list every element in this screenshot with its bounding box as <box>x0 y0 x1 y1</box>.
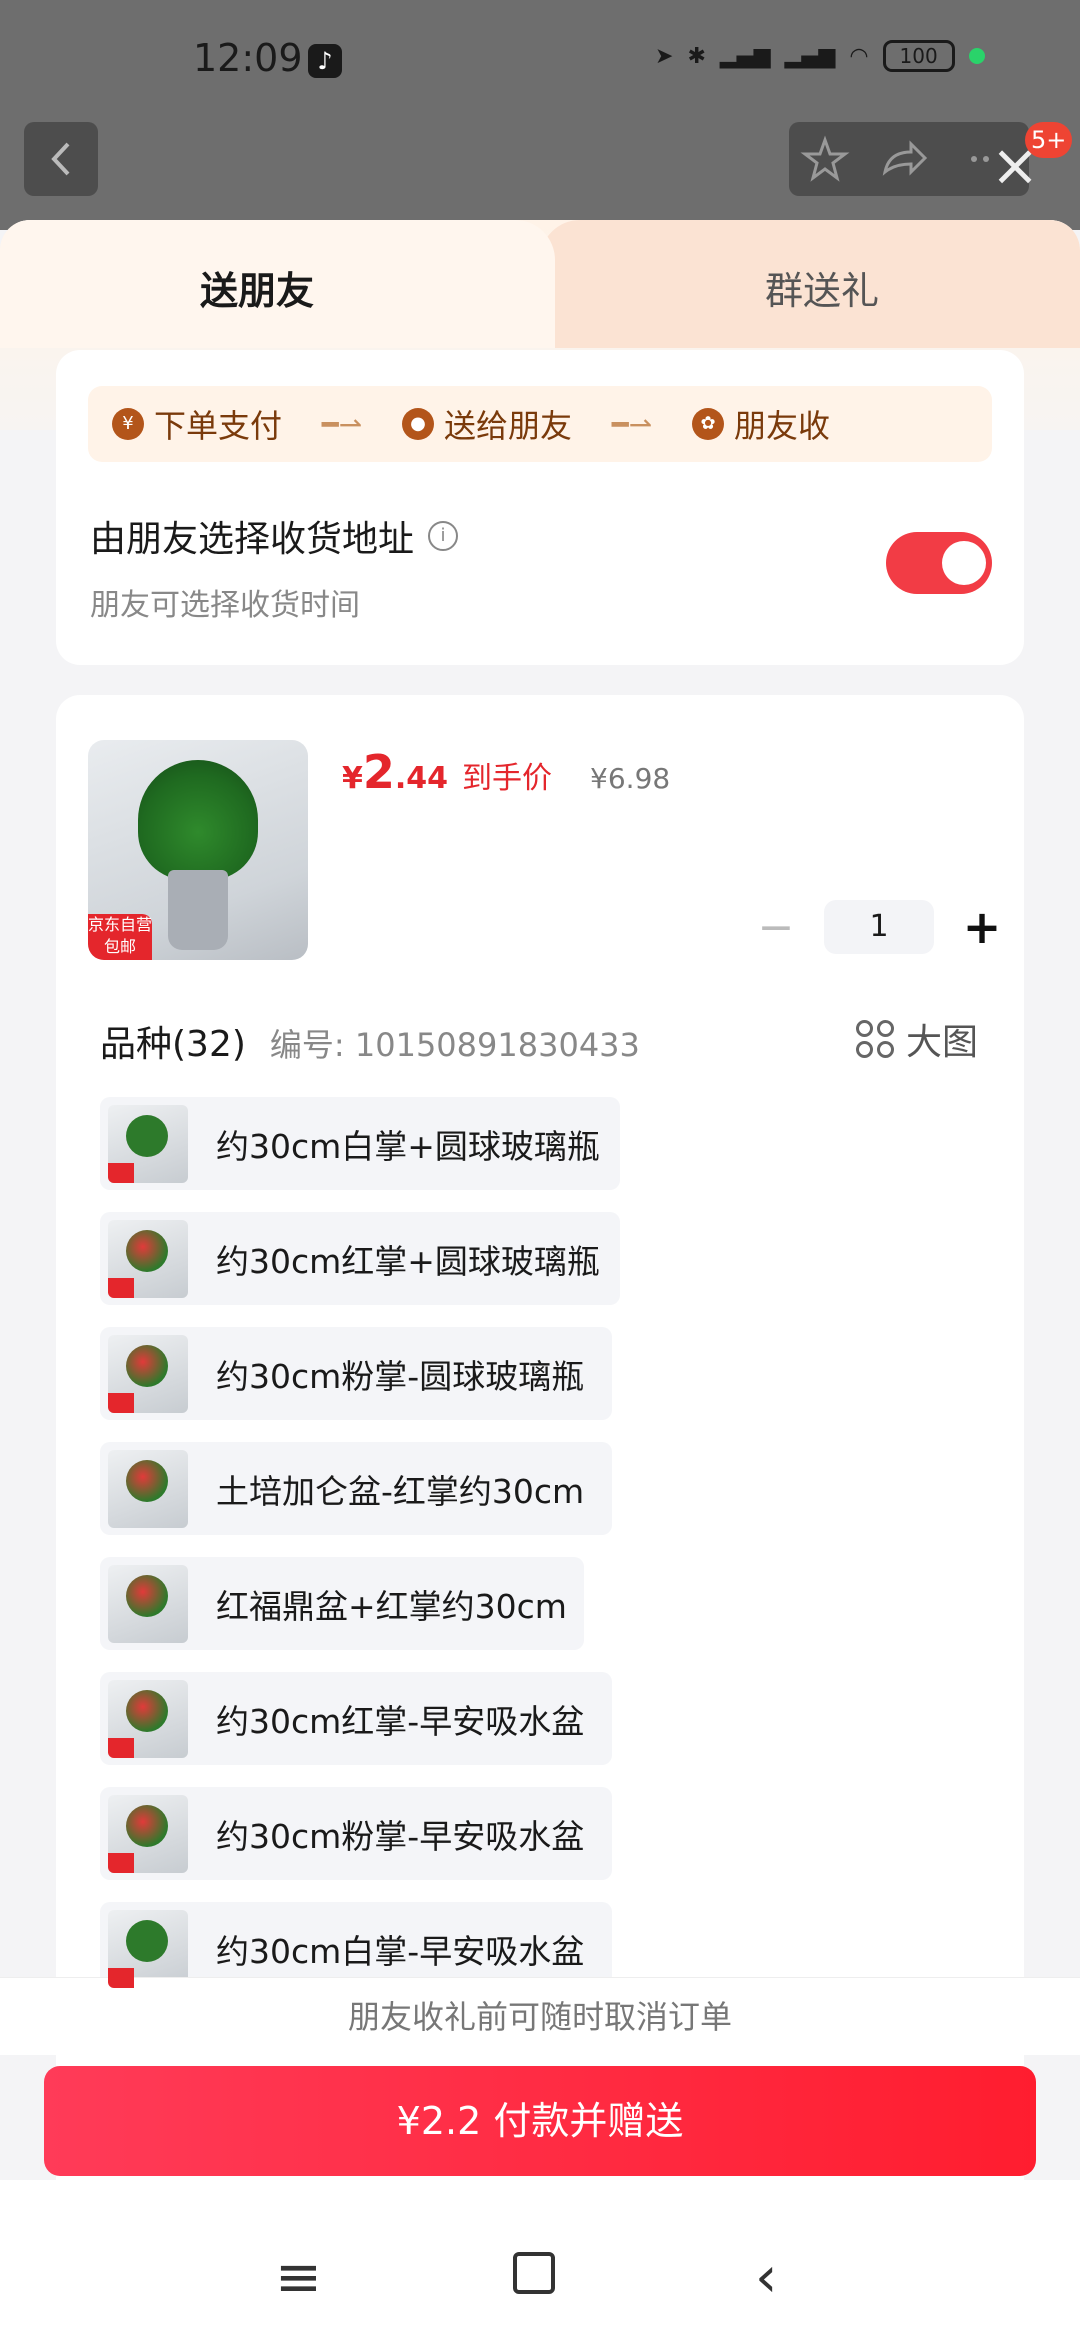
jd-self-operated-tag: 京东自营 包邮 <box>88 914 152 960</box>
variant-label: 约30cm粉掌-圆球玻璃瓶 <box>216 1356 585 1396</box>
variant-option[interactable]: 约30cm粉掌-早安吸水盆 <box>100 1787 612 1880</box>
status-time: 12:09 <box>193 36 303 80</box>
variant-option[interactable]: 约30cm白掌+圆球玻璃瓶 <box>100 1097 620 1190</box>
star-icon[interactable] <box>800 135 850 182</box>
signal-icon: ▂▄▆ <box>719 43 771 69</box>
address-card: ¥ 下单支付 ━⇀ ● 送给朋友 ━⇀ ✿ 朋友收 由朋友选择收货地址 i 朋友… <box>56 350 1024 665</box>
home-icon[interactable] <box>513 2252 555 2294</box>
variant-label: 约30cm白掌-早安吸水盆 <box>216 1931 585 1971</box>
arrow-right-icon: ━⇀ <box>611 407 653 441</box>
tab-group-gift[interactable]: 群送礼 <box>540 220 1080 348</box>
variant-thumbnail <box>108 1679 188 1758</box>
flow-step-receive: ✿ 朋友收 <box>692 401 830 447</box>
menu-icon[interactable]: ≡ <box>275 2245 322 2310</box>
gift-flow-steps: ¥ 下单支付 ━⇀ ● 送给朋友 ━⇀ ✿ 朋友收 <box>88 386 992 462</box>
variant-label: 约30cm粉掌-早安吸水盆 <box>216 1816 585 1856</box>
system-back-icon[interactable]: ‹ <box>755 2245 777 2310</box>
variant-thumbnail <box>108 1104 188 1183</box>
variant-option[interactable]: 约30cm粉掌-圆球玻璃瓶 <box>100 1327 612 1420</box>
battery-icon: 100 <box>882 40 955 72</box>
status-bar: 12:09 ♪ ➤ ✱ ▂▄▆ ▂▄▆ ◠ 100 <box>0 0 1080 120</box>
arrow-right-icon: ━⇀ <box>321 407 363 441</box>
privacy-dot-icon <box>968 48 985 64</box>
variant-option[interactable]: 约30cm红掌-早安吸水盆 <box>100 1672 612 1765</box>
price-row: ¥2.44 到手价 ¥6.98 <box>342 745 670 799</box>
price-integer: 2 <box>362 745 395 799</box>
flow-step-pay: ¥ 下单支付 <box>112 401 282 447</box>
variant-thumbnail <box>108 1334 188 1413</box>
address-option-subtitle: 朋友可选择收货时间 <box>90 588 360 623</box>
variant-label: 土培加仑盆-红掌约30cm <box>216 1471 585 1511</box>
toggle-knob <box>942 541 986 585</box>
flow-step-label: 送给朋友 <box>444 407 573 445</box>
yuan-icon: ¥ <box>112 408 144 440</box>
cancel-notice: 朋友收礼前可随时取消订单 <box>0 1977 1080 2055</box>
variant-label: 红福鼎盆+红掌约30cm <box>216 1586 567 1626</box>
variant-label: 约30cm红掌-早安吸水盆 <box>216 1701 585 1741</box>
friend-address-toggle[interactable] <box>886 532 992 594</box>
variant-thumbnail <box>108 1449 188 1528</box>
variant-label: 约30cm白掌+圆球玻璃瓶 <box>216 1126 600 1166</box>
product-code: 编号: 10150891830433 <box>269 1026 640 1064</box>
quantity-stepper: − 1 + <box>756 900 1002 954</box>
info-icon[interactable]: i <box>428 521 459 551</box>
status-icons: ➤ ✱ ▂▄▆ ▂▄▆ ◠ 100 <box>655 40 985 72</box>
variant-option[interactable]: 土培加仑盆-红掌约30cm <box>100 1442 612 1535</box>
signal-2-icon: ▂▄▆ <box>784 43 836 69</box>
variant-thumbnail <box>108 1794 188 1873</box>
wechat-icon: ● <box>402 408 435 440</box>
share-icon[interactable] <box>882 140 928 176</box>
flow-step-label: 朋友收 <box>734 407 831 445</box>
back-button[interactable] <box>24 122 98 196</box>
variant-list: 约30cm白掌+圆球玻璃瓶 约30cm红掌+圆球玻璃瓶 约30cm粉掌-圆球玻璃… <box>100 1097 980 2017</box>
price-decimal: .44 <box>394 761 449 796</box>
minus-button[interactable]: − <box>756 902 796 953</box>
variant-title: 品种(32) <box>100 1024 246 1065</box>
variant-option[interactable]: 约30cm红掌+圆球玻璃瓶 <box>100 1212 620 1305</box>
flow-step-send: ● 送给朋友 <box>402 401 572 447</box>
variant-thumbnail <box>108 1219 188 1298</box>
original-price: ¥6.98 <box>590 762 671 795</box>
tab-send-friend[interactable]: 送朋友 <box>0 220 555 348</box>
plant-graphic <box>138 760 258 880</box>
price-label: 到手价 <box>462 761 553 796</box>
bluetooth-icon: ✱ <box>687 43 706 69</box>
gift-icon: ✿ <box>692 408 725 440</box>
plus-button[interactable]: + <box>962 900 1002 954</box>
variant-label: 约30cm红掌+圆球玻璃瓶 <box>216 1241 600 1281</box>
close-icon[interactable]: × <box>985 135 1045 195</box>
grid-icon <box>856 1020 894 1058</box>
address-option-title: 由朋友选择收货地址 i <box>90 510 459 562</box>
product-image[interactable]: 京东自营 包邮 <box>88 740 308 960</box>
flow-step-label: 下单支付 <box>154 407 283 445</box>
tiktok-icon: ♪ <box>308 44 342 78</box>
currency-symbol: ¥ <box>342 761 363 796</box>
location-icon: ➤ <box>655 43 674 69</box>
current-price: ¥2.44 <box>342 745 448 799</box>
big-image-button[interactable]: 大图 <box>856 1013 978 1065</box>
more-icon[interactable] <box>971 156 977 162</box>
variant-thumbnail <box>108 1564 188 1643</box>
variant-option[interactable]: 红福鼎盆+红掌约30cm <box>100 1557 584 1650</box>
address-option-label: 由朋友选择收货地址 <box>90 519 415 560</box>
tab-group-gift-label: 群送礼 <box>765 269 880 313</box>
vase-graphic <box>168 870 228 950</box>
variant-header: 品种(32) 编号: 10150891830433 <box>100 1015 640 1067</box>
variant-thumbnail <box>108 1909 188 1988</box>
big-image-label: 大图 <box>906 1022 979 1063</box>
tab-send-friend-label: 送朋友 <box>200 269 315 313</box>
pay-and-gift-button[interactable]: ¥2.2 付款并赠送 <box>44 2066 1036 2176</box>
wifi-icon: ◠ <box>849 43 869 69</box>
chevron-left-icon <box>51 142 70 176</box>
quantity-input[interactable]: 1 <box>824 900 934 954</box>
